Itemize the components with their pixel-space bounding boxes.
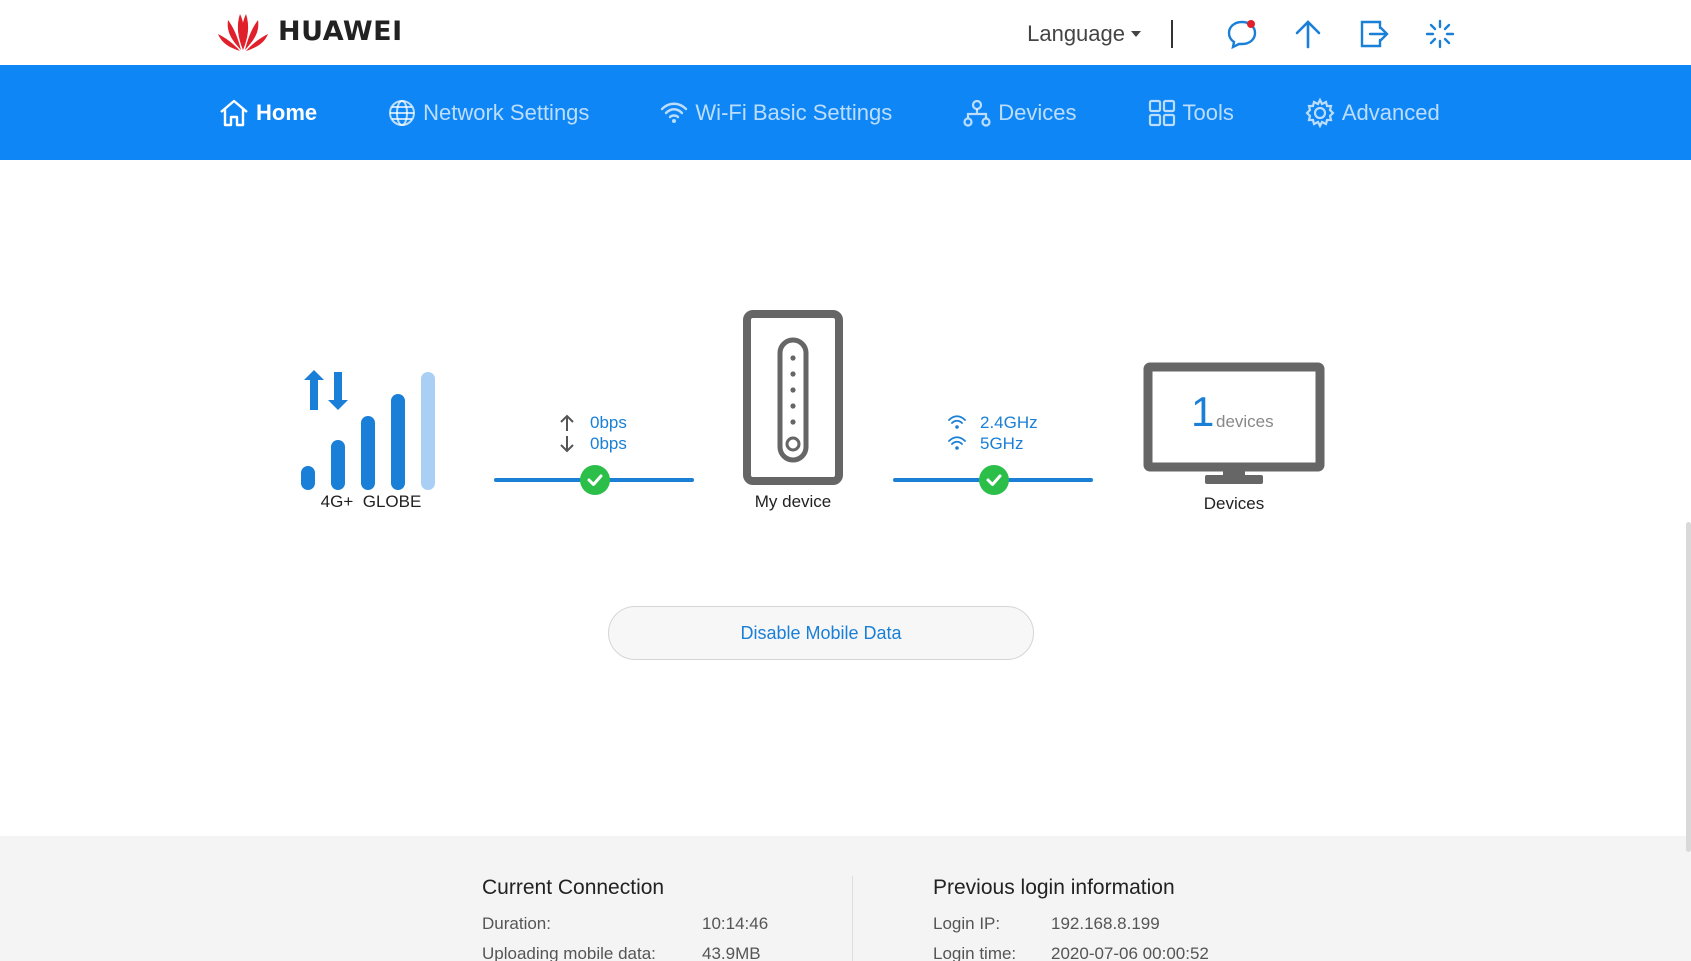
nav-network-settings[interactable]: Network Settings [387, 98, 589, 128]
nav-wifi-basic-settings[interactable]: Wi-Fi Basic Settings [659, 98, 892, 128]
wifi-24ghz-label: 2.4GHz [980, 413, 1038, 432]
upload-speed: 0bps [590, 413, 627, 432]
language-label: Language [1027, 21, 1125, 46]
nav-tools-label: Tools [1182, 99, 1234, 125]
current-connection-title: Current Connection [482, 876, 665, 899]
top-bar: HUAWEI Language [0, 0, 1691, 65]
device-count: 1 [1191, 388, 1215, 435]
header-actions: Language [1027, 14, 1461, 54]
tools-icon [1148, 99, 1175, 126]
nav-home[interactable]: Home [218, 98, 317, 128]
nav-advanced-label: Advanced [1341, 99, 1440, 125]
signal-strength-icon[interactable] [298, 370, 448, 490]
info-panel: Current Connection Duration: 10:14:46 Up… [0, 836, 1691, 961]
info-divider [852, 876, 853, 961]
devices-icon [963, 99, 991, 127]
gear-icon [1305, 97, 1335, 128]
previous-login-section: Previous login information Login IP: 192… [933, 876, 1209, 961]
nav-tools[interactable]: Tools [1147, 98, 1234, 128]
wifi-24ghz-icon [948, 415, 966, 429]
login-ip-label: Login IP: [933, 914, 1001, 933]
main-nav: Home Network Settings Wi-Fi Basic Settin… [0, 65, 1691, 160]
upload-arrow-icon [560, 414, 574, 431]
network-operator-label: 4G+ GLOBE [320, 492, 422, 511]
nav-devices-label: Devices [998, 99, 1077, 125]
devices-label: Devices [1203, 494, 1265, 513]
message-icon[interactable] [1221, 13, 1263, 55]
disable-mobile-data-button[interactable]: Disable Mobile Data [608, 606, 1034, 660]
language-selector[interactable]: Language [1027, 21, 1141, 47]
duration-value: 10:14:46 [702, 914, 769, 933]
upload-data-label: Uploading mobile data: [482, 944, 656, 961]
brand-name: HUAWEI [278, 15, 403, 47]
wan-connected-check-icon [580, 465, 610, 495]
nav-devices[interactable]: Devices [962, 98, 1077, 128]
header-divider [1171, 20, 1173, 48]
upload-icon[interactable] [1287, 13, 1329, 55]
my-device-label: My device [754, 492, 832, 511]
wifi-5ghz-label: 5GHz [980, 434, 1024, 453]
home-icon [220, 99, 248, 126]
login-ip-value: 192.168.8.199 [1051, 914, 1160, 933]
login-time-label: Login time: [933, 944, 1017, 961]
wifi-icon [661, 102, 688, 123]
nav-wifi-label: Wi-Fi Basic Settings [695, 99, 893, 125]
loading-icon[interactable] [1419, 13, 1461, 55]
current-connection-section: Current Connection Duration: 10:14:46 Up… [482, 876, 768, 961]
lan-connected-check-icon [979, 465, 1009, 495]
upload-data-value: 43.9MB [702, 944, 761, 961]
connection-diagram: 4G+ GLOBE 0bps 0bps My device 2.4GHz 5GH… [0, 160, 1691, 836]
wifi-5ghz-icon [948, 436, 966, 450]
page-scrollbar[interactable] [1686, 522, 1691, 852]
nav-home-label: Home [256, 99, 318, 125]
huawei-logo[interactable]: HUAWEI [216, 10, 403, 52]
logout-icon[interactable] [1353, 13, 1395, 55]
nav-network-settings-label: Network Settings [423, 99, 590, 125]
connected-devices-monitor[interactable]: 1 devices [1143, 362, 1325, 488]
nav-advanced[interactable]: Advanced [1304, 97, 1440, 129]
download-arrow-icon [560, 436, 574, 453]
huawei-flower-icon [218, 14, 268, 51]
globe-icon [389, 99, 416, 126]
previous-login-title: Previous login information [933, 876, 1175, 899]
caret-down-icon [1131, 31, 1141, 37]
download-speed: 0bps [590, 434, 627, 453]
duration-label: Duration: [482, 914, 551, 933]
device-count-unit: devices [1216, 412, 1274, 431]
login-time-value: 2020-07-06 00:00:52 [1051, 944, 1209, 961]
router-device-icon[interactable] [743, 310, 843, 485]
